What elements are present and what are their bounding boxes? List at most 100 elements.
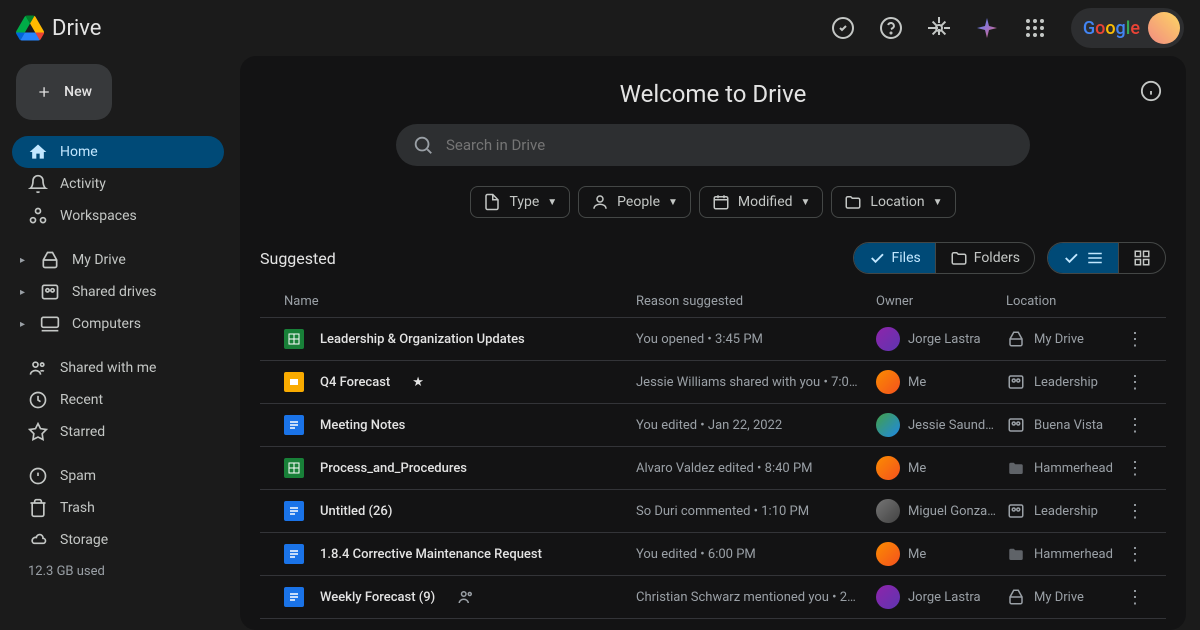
more-actions-button[interactable]: ⋮ [1120,415,1150,436]
expand-icon[interactable]: ▸ [20,319,32,330]
storage-icon [28,530,48,550]
location-icon [1006,329,1026,349]
more-actions-button[interactable]: ⋮ [1120,458,1150,479]
location-cell[interactable]: Hammerhead [1006,544,1120,564]
filter-location[interactable]: Location▼ [831,186,955,218]
owner-cell: Me [876,370,1006,394]
apps-icon[interactable] [1015,8,1055,48]
nav-activity[interactable]: Activity [12,168,224,200]
owner-avatar [876,499,900,523]
file-name: Weekly Forecast (9) [320,590,435,605]
list-icon [1086,249,1104,267]
location-icon [1006,415,1026,435]
owner-cell: Me [876,456,1006,480]
reason-text: You opened • 3:45 PM [636,332,876,347]
nav-recent[interactable]: Recent [12,384,224,416]
suggested-heading: Suggested [260,249,336,268]
folder-icon [844,193,862,211]
nav-shared-with-me[interactable]: Shared with me [12,352,224,384]
logo-area[interactable]: Drive [16,14,101,42]
search-bar[interactable] [396,124,1030,166]
grid-icon [1133,249,1151,267]
gemini-icon[interactable] [967,8,1007,48]
file-row[interactable]: 1.8.4 Corrective Maintenance Request You… [260,533,1166,576]
chevron-down-icon: ▼ [547,197,557,208]
expand-icon[interactable]: ▸ [20,255,32,266]
account-switcher[interactable]: Google [1071,8,1184,48]
owner-cell: Jorge Lastra [876,327,1006,351]
nav-home[interactable]: Home [12,136,224,168]
new-button[interactable]: New [16,64,112,120]
seg-folders[interactable]: Folders [936,243,1034,273]
nav-shared-drives[interactable]: ▸Shared drives [12,276,224,308]
file-row[interactable]: Leadership & Organization Updates You op… [260,318,1166,361]
more-actions-button[interactable]: ⋮ [1120,329,1150,350]
location-cell[interactable]: My Drive [1006,587,1120,607]
calendar-icon [712,193,730,211]
view-list[interactable] [1048,243,1118,273]
file-name: Q4 Forecast [320,375,390,390]
chevron-down-icon: ▼ [801,197,811,208]
more-actions-button[interactable]: ⋮ [1120,544,1150,565]
owner-avatar [876,370,900,394]
shared-icon [457,588,475,606]
file-row[interactable]: Q4 Forecast ★ Jessie Williams shared wit… [260,361,1166,404]
trash-icon [28,498,48,518]
location-icon [1006,372,1026,392]
info-icon[interactable] [1140,80,1162,106]
computers-icon [40,314,60,334]
more-actions-button[interactable]: ⋮ [1120,372,1150,393]
owner-avatar [876,542,900,566]
nav-computers[interactable]: ▸Computers [12,308,224,340]
reason-text: So Duri commented • 1:10 PM [636,504,876,519]
owner-cell: Miguel Gonza… [876,499,1006,523]
nav-trash[interactable]: Trash [12,492,224,524]
col-name: Name [276,294,636,309]
file-name: 1.8.4 Corrective Maintenance Request [320,547,542,562]
sheets-icon [284,458,304,478]
sheets-icon [284,329,304,349]
location-cell[interactable]: My Drive [1006,329,1120,349]
filter-modified[interactable]: Modified▼ [699,186,824,218]
expand-icon[interactable]: ▸ [20,287,32,298]
file-row[interactable]: Untitled (26) So Duri commented • 1:10 P… [260,490,1166,533]
docs-icon [284,544,304,564]
reason-text: Christian Schwarz mentioned you • 2… [636,590,876,605]
more-actions-button[interactable]: ⋮ [1120,501,1150,522]
nav-storage[interactable]: Storage [12,524,224,556]
file-name: Leadership & Organization Updates [320,332,525,347]
check-icon [868,249,886,267]
file-name: Process_and_Procedures [320,461,467,476]
nav-starred[interactable]: Starred [12,416,224,448]
filter-type[interactable]: Type▼ [470,186,570,218]
nav-my-drive[interactable]: ▸My Drive [12,244,224,276]
col-owner: Owner [876,294,1006,309]
filter-people[interactable]: People▼ [578,186,691,218]
offline-status-icon[interactable] [823,8,863,48]
nav-workspaces[interactable]: Workspaces [12,200,224,232]
more-actions-button[interactable]: ⋮ [1120,587,1150,608]
help-icon[interactable] [871,8,911,48]
file-row[interactable]: Meeting Notes You edited • Jan 22, 2022 … [260,404,1166,447]
location-cell[interactable]: Leadership [1006,372,1120,392]
plus-icon [36,80,52,104]
chevron-down-icon: ▼ [933,197,943,208]
file-name: Untitled (26) [320,504,392,519]
spam-icon [28,466,48,486]
home-icon [28,142,48,162]
nav-spam[interactable]: Spam [12,460,224,492]
seg-files[interactable]: Files [854,243,935,273]
location-cell[interactable]: Buena Vista [1006,415,1120,435]
owner-cell: Me [876,542,1006,566]
owner-avatar [876,327,900,351]
settings-icon[interactable] [919,8,959,48]
file-row[interactable]: Process_and_Procedures Alvaro Valdez edi… [260,447,1166,490]
location-cell[interactable]: Leadership [1006,501,1120,521]
file-row[interactable]: Weekly Forecast (9) Christian Schwarz me… [260,576,1166,619]
person-icon [591,193,609,211]
col-reason: Reason suggested [636,294,876,309]
view-grid[interactable] [1119,243,1165,273]
location-cell[interactable]: Hammerhead [1006,458,1120,478]
reason-text: Alvaro Valdez edited • 8:40 PM [636,461,876,476]
search-input[interactable] [446,136,1014,154]
